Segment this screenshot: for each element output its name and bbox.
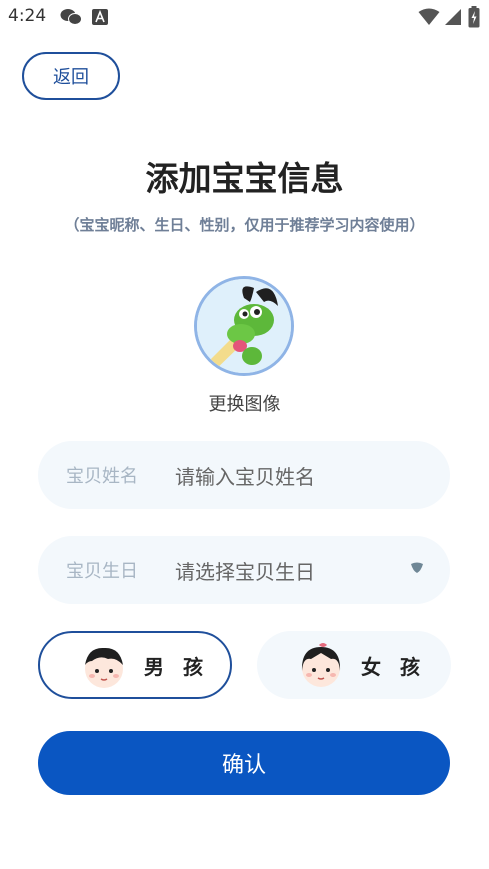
gender-girl-label: 女 孩 [361,654,426,679]
dropdown-arrow-icon[interactable] [410,562,424,574]
battery-charging-icon [468,6,480,28]
confirm-button-label: 确认 [221,753,266,778]
back-button[interactable]: 返回 [22,52,120,100]
wifi-icon [418,8,440,25]
avatar[interactable] [194,276,294,376]
girl-face-icon [301,643,341,687]
wechat-icon [60,9,82,25]
signal-icon [445,9,461,25]
app-a-icon [92,9,108,25]
page-subtitle: （宝宝昵称、生日、性别，仅用于推荐学习内容使用） [64,216,425,234]
cartoon-dog-avatar-image [197,279,291,373]
gender-option-girl[interactable]: 女 孩 [257,631,451,699]
page-title: 添加宝宝信息 [145,159,344,198]
status-bar: 4:24 [0,0,489,34]
baby-name-input[interactable]: 请输入宝贝姓名 [175,461,315,490]
baby-name-label: 宝贝姓名 [66,466,138,487]
baby-name-field[interactable]: 宝贝姓名 请输入宝贝姓名 [38,441,450,509]
confirm-button[interactable]: 确认 [38,731,450,795]
boy-face-icon [85,647,123,688]
status-time: 4:24 [8,6,47,26]
change-avatar-label[interactable]: 更换图像 [0,390,489,416]
baby-birthday-label: 宝贝生日 [66,561,138,582]
back-button-label: 返回 [53,67,89,88]
gender-option-boy[interactable]: 男 孩 [38,631,232,699]
gender-boy-label: 男 孩 [144,654,209,679]
baby-birthday-field[interactable]: 宝贝生日 请选择宝贝生日 [38,536,450,604]
baby-birthday-select[interactable]: 请选择宝贝生日 [175,556,315,585]
